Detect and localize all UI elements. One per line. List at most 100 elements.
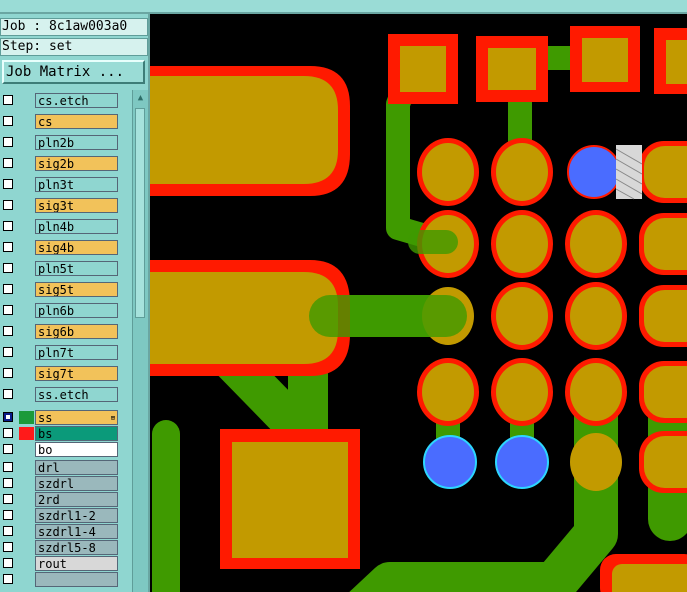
layer-checkbox[interactable] <box>3 412 13 422</box>
layer-name[interactable]: drl <box>35 460 118 475</box>
copper-pad <box>644 436 687 488</box>
layer-checkbox[interactable] <box>3 158 13 168</box>
scroll-up-icon[interactable]: ▲ <box>134 92 147 104</box>
scrollbar-thumb[interactable] <box>135 108 145 318</box>
layer-checkbox[interactable] <box>3 284 13 294</box>
layer-row-rout[interactable]: rout <box>0 555 120 572</box>
layer-checkbox[interactable] <box>3 263 13 273</box>
layer-checkbox[interactable] <box>3 462 13 472</box>
layer-name[interactable]: cs.etch <box>35 93 118 108</box>
layer-row-pln7t[interactable]: pln7t <box>0 344 120 361</box>
layer-name[interactable]: cs <box>35 114 118 129</box>
copper-pad <box>570 215 622 273</box>
layer-row-szdrl[interactable]: szdrl <box>0 475 120 492</box>
layer-name[interactable]: ss.etch <box>35 387 118 402</box>
layer-row-cs[interactable]: cs <box>0 113 120 130</box>
layer-checkbox[interactable] <box>3 494 13 504</box>
layer-checkbox[interactable] <box>3 326 13 336</box>
copper-pad <box>570 433 622 491</box>
layer-checkbox[interactable] <box>3 368 13 378</box>
layer-checkbox[interactable] <box>3 179 13 189</box>
layer-row-sig2b[interactable]: sig2b <box>0 155 120 172</box>
layer-name[interactable]: pln7t <box>35 345 118 360</box>
copper-pad <box>232 442 348 558</box>
job-label: Job : 8c1aw003a0 <box>0 18 148 36</box>
layer-name[interactable]: bs <box>35 426 118 441</box>
layer-row-pln5t[interactable]: pln5t <box>0 260 120 277</box>
copper-pad <box>666 40 687 84</box>
square-pads <box>388 26 687 104</box>
layer-row-sig7t[interactable]: sig7t <box>0 365 120 382</box>
layer-name[interactable]: sig3t <box>35 198 118 213</box>
layer-name[interactable]: sig4b <box>35 240 118 255</box>
layer-row-szdrl1-4[interactable]: szdrl1-4 <box>0 523 120 540</box>
layer-name[interactable]: szdrl1-4 <box>35 524 118 539</box>
layer-row-cs.etch[interactable]: cs.etch <box>0 92 120 109</box>
layer-name[interactable]: sig6b <box>35 324 118 339</box>
layer-name[interactable]: ss ⊞ <box>35 410 118 425</box>
layer-row-ss[interactable]: ss ⊞ <box>0 409 120 426</box>
layer-name[interactable]: sig2b <box>35 156 118 171</box>
title-bar <box>0 0 687 14</box>
layer-checkbox[interactable] <box>3 242 13 252</box>
layer-checkbox[interactable] <box>3 558 13 568</box>
layer-row-sig4b[interactable]: sig4b <box>0 239 120 256</box>
layer-row-szdrl1-2[interactable]: szdrl1-2 <box>0 507 120 524</box>
layer-name[interactable]: sig7t <box>35 366 118 381</box>
layer-name[interactable]: szdrl5-8 <box>35 540 118 555</box>
layer-name[interactable]: 2rd <box>35 492 118 507</box>
pcb-graphics-canvas[interactable] <box>150 14 687 592</box>
layer-name[interactable]: pln2b <box>35 135 118 150</box>
layer-checkbox[interactable] <box>3 221 13 231</box>
layer-row-pln4b[interactable]: pln4b <box>0 218 120 235</box>
layer-row-szdrl5-8[interactable]: szdrl5-8 <box>0 539 120 556</box>
layer-checkbox[interactable] <box>3 137 13 147</box>
layer-checkbox[interactable] <box>3 200 13 210</box>
trace-overlay <box>309 230 467 337</box>
layer-checkbox[interactable] <box>3 542 13 552</box>
layer-checkbox[interactable] <box>3 95 13 105</box>
copper-area <box>150 76 338 184</box>
layer-checkbox[interactable] <box>3 526 13 536</box>
layer-name[interactable]: szdrl1-2 <box>35 508 118 523</box>
layer-row-sig3t[interactable]: sig3t <box>0 197 120 214</box>
layer-checkbox[interactable] <box>3 116 13 126</box>
layer-list-scrollbar[interactable]: ▲ <box>132 90 148 592</box>
layer-row-sig5t[interactable]: sig5t <box>0 281 120 298</box>
layer-checkbox[interactable] <box>3 347 13 357</box>
layer-name[interactable]: sig5t <box>35 282 118 297</box>
layer-row-unnamed[interactable] <box>0 571 120 588</box>
layer-name[interactable]: pln4b <box>35 219 118 234</box>
layer-row-pln6b[interactable]: pln6b <box>0 302 120 319</box>
layer-checkbox[interactable] <box>3 428 13 438</box>
layer-row-bs[interactable]: bs <box>0 425 120 442</box>
layer-name[interactable]: bo <box>35 442 118 457</box>
layer-name[interactable]: szdrl <box>35 476 118 491</box>
job-matrix-button[interactable]: Job Matrix ... <box>2 60 145 84</box>
copper-pad <box>570 287 622 345</box>
layer-row-sig6b[interactable]: sig6b <box>0 323 120 340</box>
copper-pad <box>582 38 628 82</box>
layer-checkbox[interactable] <box>3 389 13 399</box>
layer-name[interactable]: rout <box>35 556 118 571</box>
via <box>423 435 477 489</box>
layer-row-pln3t[interactable]: pln3t <box>0 176 120 193</box>
layer-row-bo[interactable]: bo <box>0 441 120 458</box>
copper-pad <box>496 215 548 273</box>
layer-name[interactable]: pln3t <box>35 177 118 192</box>
layer-checkbox[interactable] <box>3 478 13 488</box>
layer-name[interactable] <box>35 572 118 587</box>
copper-pad <box>488 48 536 90</box>
layer-name[interactable]: pln6b <box>35 303 118 318</box>
layer-name[interactable]: pln5t <box>35 261 118 276</box>
layer-checkbox[interactable] <box>3 305 13 315</box>
layer-color-swatch <box>19 427 34 440</box>
layer-row-pln2b[interactable]: pln2b <box>0 134 120 151</box>
active-layer-icon: ⊞ <box>110 414 115 422</box>
layer-checkbox[interactable] <box>3 574 13 584</box>
layer-checkbox[interactable] <box>3 444 13 454</box>
layer-row-2rd[interactable]: 2rd <box>0 491 120 508</box>
layer-checkbox[interactable] <box>3 510 13 520</box>
layer-row-drl[interactable]: drl <box>0 459 120 476</box>
layer-row-ss.etch[interactable]: ss.etch <box>0 386 120 403</box>
